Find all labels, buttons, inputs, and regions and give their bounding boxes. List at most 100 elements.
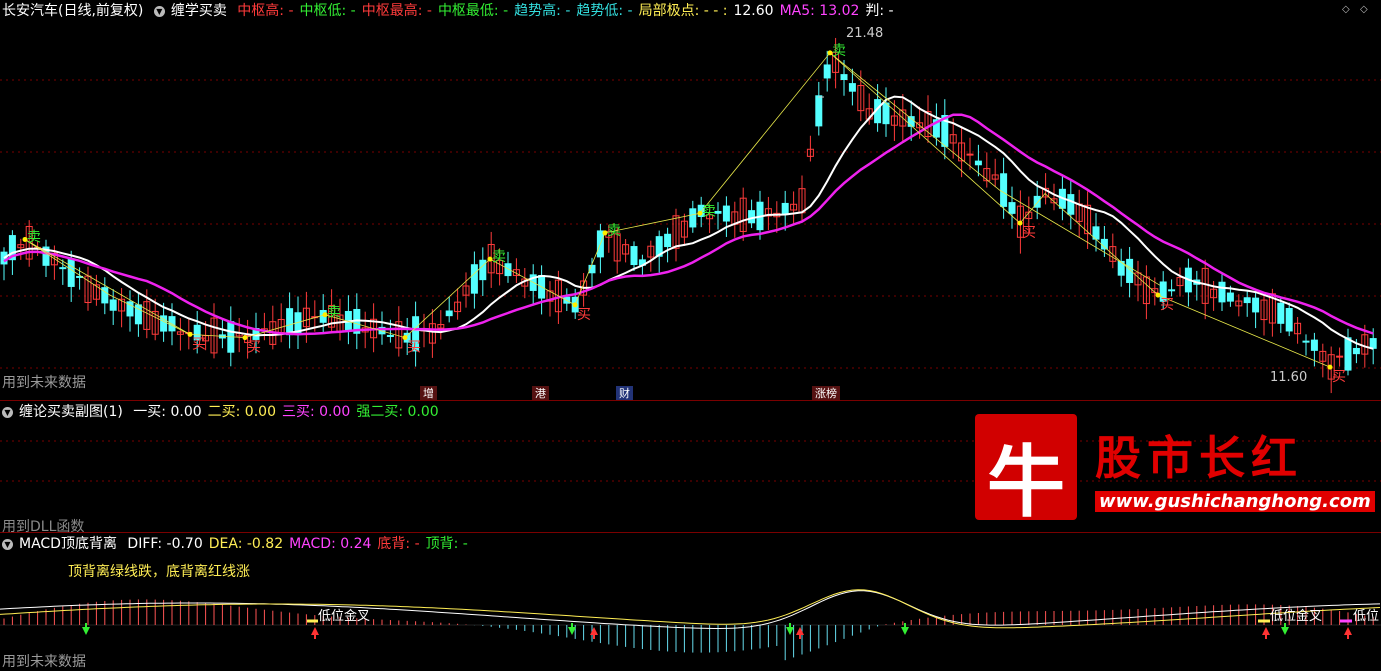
buy-marker: 买 xyxy=(577,307,591,323)
candle-body xyxy=(1218,281,1226,303)
arrow-down-icon xyxy=(1281,627,1289,635)
news-tag-3[interactable]: 涨榜 xyxy=(812,386,840,401)
arrow-up-icon xyxy=(796,627,804,635)
buy-marker: 买 xyxy=(1022,225,1036,241)
candle-body xyxy=(1344,337,1352,371)
sub-field-1: 二买: 0.00 xyxy=(207,404,276,420)
candle-body xyxy=(882,102,890,125)
candle-body xyxy=(386,334,394,337)
candle-body xyxy=(1100,238,1108,250)
candle-body xyxy=(689,208,697,228)
candle-body xyxy=(479,259,487,281)
candle-body xyxy=(664,233,672,248)
candle-body xyxy=(974,160,982,166)
site-watermark: 牛 股市长红 www.gushichanghong.com xyxy=(975,414,1375,528)
candle-body xyxy=(1126,258,1134,283)
arrow-up-icon xyxy=(590,627,598,635)
candle-body xyxy=(109,299,117,311)
candle-body xyxy=(1252,297,1260,313)
arrow-down-icon xyxy=(786,627,794,635)
stock-title: 长安汽车(日线,前复权) xyxy=(2,3,144,19)
macd-future-note: 用到未来数据 xyxy=(2,654,86,670)
high-price-label: 21.48 xyxy=(846,26,884,41)
buy-marker: 买 xyxy=(247,340,261,356)
expand-icon[interactable]: ◇ xyxy=(1342,4,1350,15)
candle-body xyxy=(781,202,789,216)
candle-body xyxy=(848,83,856,92)
candle-body xyxy=(1369,338,1377,349)
main-field-1: 中枢低: - xyxy=(299,3,356,19)
macd-note: 顶背离绿线跌，底背离红线涨 xyxy=(68,564,250,580)
candle-body xyxy=(1226,292,1234,302)
watermark-url: www.gushichanghong.com xyxy=(1095,491,1375,512)
macd-field-0: DIFF: -0.70 xyxy=(127,536,203,552)
candle-body xyxy=(722,205,730,222)
sub-toggle-icon[interactable]: ▼ xyxy=(2,407,13,418)
future-data-note: 用到未来数据 xyxy=(2,375,86,391)
main-field-0: 中枢高: - xyxy=(237,3,294,19)
candle-body xyxy=(840,74,848,81)
macd-title[interactable]: MACD顶底背离 xyxy=(19,536,117,552)
macd-field-4: 顶背: - xyxy=(425,536,468,552)
sell-marker: 卖 xyxy=(832,43,846,59)
arrow-up-icon xyxy=(1262,627,1270,635)
candle-body xyxy=(67,258,75,287)
candle-body xyxy=(445,310,453,317)
arrow-up-icon xyxy=(1344,627,1352,635)
dea-line xyxy=(0,589,1381,629)
zigzag-line xyxy=(24,52,1331,368)
macd-field-2: MACD: 0.24 xyxy=(289,536,372,552)
macd-chart[interactable] xyxy=(0,533,1381,671)
bull-logo: 牛 xyxy=(975,414,1077,528)
sub-header: ▼ 缠论买卖副图(1) 一买: 0.00 二买: 0.00 三买: 0.00 强二买: … xyxy=(2,403,451,421)
main-chart-pane[interactable]: 卖卖卖卖卖卖买买买买买买买 长安汽车(日线,前复权) ▼ 缠学买卖 中枢高: -中… xyxy=(0,0,1381,401)
candle-body xyxy=(1352,347,1360,355)
main-field-3: 中枢最低: - xyxy=(437,3,509,19)
news-tag-2[interactable]: 财 xyxy=(616,386,633,401)
macd-fields: DIFF: -0.70 DEA: -0.82 MACD: 0.24 底背: - 顶背: … xyxy=(127,536,473,552)
news-tag-0[interactable]: 增 xyxy=(420,386,437,401)
arrow-down-icon xyxy=(82,627,90,635)
buy-marker: 买 xyxy=(407,340,421,356)
candle-body xyxy=(1310,339,1318,351)
window-toggle-icon[interactable]: ◇ xyxy=(1360,4,1368,15)
buy-marker: 买 xyxy=(1332,369,1346,385)
candle-body xyxy=(1302,340,1310,343)
arrow-down-icon xyxy=(901,627,909,635)
macd-header: ▼ MACD顶底背离 DIFF: -0.70 DEA: -0.82 MACD: 0.2… xyxy=(2,535,480,553)
watermark-title: 股市长红 xyxy=(1095,431,1303,485)
candle-body xyxy=(1285,307,1293,332)
sell-marker: 卖 xyxy=(27,229,41,245)
main-fields: 中枢高: - 中枢低: - 中枢最高: - 中枢最低: - 趋势高: - 趋势低: - 局部… xyxy=(237,3,899,19)
sub-field-2: 三买: 0.00 xyxy=(281,404,351,420)
indicator-name[interactable]: 缠学买卖 xyxy=(171,3,227,19)
golden-cross-label-2: 低位金叉 xyxy=(1270,609,1323,624)
sell-marker: 卖 xyxy=(607,223,621,239)
macd-toggle-icon[interactable]: ▼ xyxy=(2,539,13,550)
candle-body xyxy=(0,251,8,265)
candle-body xyxy=(286,308,294,336)
sub-title[interactable]: 缠论买卖副图(1) xyxy=(19,404,123,420)
macd-field-1: DEA: -0.82 xyxy=(208,536,284,552)
sub-field-3: 强二买: 0.00 xyxy=(356,404,439,420)
sell-marker: 卖 xyxy=(702,203,716,219)
candle-body xyxy=(59,267,67,270)
buy-marker: 买 xyxy=(192,336,206,352)
macd-pane[interactable]: ▼ MACD顶底背离 DIFF: -0.70 DEA: -0.82 MACD: 0.2… xyxy=(0,532,1381,671)
arrow-up-icon xyxy=(311,627,319,635)
news-tag-1[interactable]: 港 xyxy=(532,386,549,401)
candlestick-chart[interactable]: 卖卖卖卖卖卖买买买买买买买 xyxy=(0,0,1381,400)
sub-fields: 一买: 0.00 二买: 0.00 三买: 0.00 强二买: 0.00 xyxy=(133,404,444,420)
buy-marker: 买 xyxy=(1160,297,1174,313)
macd-field-3: 底背: - xyxy=(377,536,420,552)
sell-marker: 卖 xyxy=(492,249,506,265)
main-field-5: 趋势低: - xyxy=(576,3,633,19)
candle-body xyxy=(1008,202,1016,214)
main-header: 长安汽车(日线,前复权) ▼ 缠学买卖 中枢高: - 中枢低: - 中枢最高: - 中枢… xyxy=(2,2,906,20)
candle-body xyxy=(630,246,638,266)
candle-body xyxy=(748,210,756,224)
candle-body xyxy=(1067,194,1075,215)
indicator-toggle-icon[interactable]: ▼ xyxy=(153,6,165,17)
golden-cross-label-1: 低位金叉 xyxy=(318,609,371,624)
candle-body xyxy=(1168,289,1176,292)
